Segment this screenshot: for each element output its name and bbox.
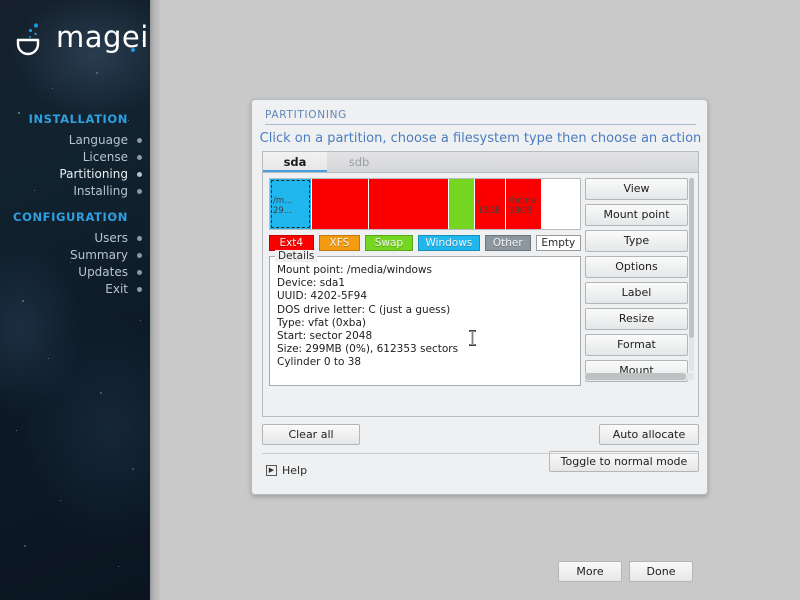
mount-point-button[interactable]: Mount point	[585, 204, 688, 226]
detail-line: Type: vfat (0xba)	[277, 316, 366, 329]
more-button[interactable]: More	[558, 561, 622, 582]
legend-xfs[interactable]: XFS	[318, 235, 361, 251]
sidebar-item-partitioning[interactable]: Partitioning	[0, 166, 150, 183]
type-button[interactable]: Type	[585, 230, 688, 252]
sidebar-item-label: Updates	[78, 265, 128, 279]
actions-vscrollbar-track[interactable]	[689, 178, 694, 371]
sidebar-item-label: Summary	[70, 248, 128, 262]
mageia-cauldron-logo-icon	[16, 23, 40, 56]
sidebar-item-exit[interactable]: Exit	[0, 281, 150, 298]
details-group: Details Mount point: /media/windows Devi…	[269, 250, 581, 386]
nav-bullet-icon	[137, 253, 142, 258]
partition-label: / 13GB	[477, 196, 501, 216]
view-button[interactable]: View	[585, 178, 688, 200]
actions-vscrollbar-thumb[interactable]	[689, 178, 694, 338]
partitioning-dialog: PARTITIONING Click on a partition, choos…	[251, 99, 708, 582]
options-button[interactable]: Options	[585, 256, 688, 278]
filesystem-legend: Ext4 XFS Swap Windows Other Empty	[269, 235, 581, 251]
partition-block[interactable]	[312, 179, 369, 229]
nav-bullet-icon	[137, 270, 142, 275]
partition-label: /m... 29...	[273, 196, 293, 216]
partition-block[interactable]: /home 19GB	[506, 179, 541, 229]
sidebar-item-label: License	[82, 150, 128, 164]
dialog-title: PARTITIONING	[265, 109, 348, 121]
sidebar-item-installing[interactable]: Installing	[0, 183, 150, 200]
partition-block[interactable]	[369, 179, 449, 229]
tab-sdb[interactable]: sdb	[327, 152, 391, 173]
sidebar-bevel	[150, 0, 160, 600]
detail-line: UUID: 4202-5F94	[277, 290, 368, 303]
details-group-label: Details	[275, 250, 318, 262]
detail-line: Size: 299MB (0%), 612353 sectors	[277, 343, 459, 356]
legend-swap[interactable]: Swap	[365, 235, 413, 251]
partition-block[interactable]: / 13GB	[474, 179, 506, 229]
nav-bullet-icon	[137, 155, 142, 160]
partition-block[interactable]: /m... 29...	[270, 179, 312, 229]
sidebar-item-license[interactable]: License	[0, 149, 150, 166]
nav-bullet-icon	[137, 287, 142, 292]
help-link[interactable]: ▶ Help	[266, 464, 307, 477]
nav-section-configuration: CONFIGURATION Users Summary Updates Exit	[0, 210, 150, 298]
details-text: Mount point: /media/windows Device: sda1…	[277, 264, 458, 370]
sidebar-item-updates[interactable]: Updates	[0, 264, 150, 281]
partition-block-empty[interactable]	[541, 179, 580, 229]
nav-bullet-icon	[137, 189, 142, 194]
legend-ext4[interactable]: Ext4	[269, 235, 314, 251]
nav-bullet-icon	[137, 236, 142, 241]
nav-section-installation: INSTALLATION Language License Partitioni…	[0, 112, 150, 200]
legend-windows[interactable]: Windows	[417, 235, 481, 251]
play-triangle-icon: ▶	[266, 465, 277, 476]
legend-empty[interactable]: Empty	[535, 235, 581, 251]
nav-bullet-icon	[137, 138, 142, 143]
sidebar-item-label: Users	[94, 231, 128, 245]
partition-map: /m... 29... / 13GB /home 19GB	[269, 178, 581, 230]
brand-dot	[131, 48, 135, 52]
detail-line: Start: sector 2048	[277, 330, 373, 343]
sidebar-item-summary[interactable]: Summary	[0, 247, 150, 264]
nav-section-installation-title: INSTALLATION	[28, 112, 128, 126]
sidebar-item-users[interactable]: Users	[0, 230, 150, 247]
mageia-logo: mageia	[14, 16, 150, 62]
screen: mageia INSTALLATION Language License Par…	[0, 0, 800, 600]
footer-divider	[262, 453, 699, 454]
sidebar-item-label: Installing	[73, 184, 128, 198]
format-button[interactable]: Format	[585, 334, 688, 356]
dialog-subtitle: Click on a partition, choose a filesyste…	[259, 131, 702, 146]
brand-wordmark: mageia	[56, 20, 150, 54]
detail-line: Cylinder 0 to 38	[277, 356, 362, 369]
detail-line: Mount point: /media/windows	[277, 264, 432, 276]
sidebar-item-label: Language	[68, 133, 128, 147]
help-label: Help	[282, 464, 308, 477]
toggle-normal-mode-button[interactable]: Toggle to normal mode	[549, 451, 699, 472]
sidebar-item-language[interactable]: Language	[0, 132, 150, 149]
detail-line: DOS drive letter: C (just a guess)	[277, 303, 451, 316]
clear-all-button[interactable]: Clear all	[262, 424, 360, 445]
auto-allocate-button[interactable]: Auto allocate	[599, 424, 699, 445]
tab-sda[interactable]: sda	[263, 152, 327, 173]
dialog-title-rule	[265, 124, 696, 125]
nav-section-configuration-title: CONFIGURATION	[13, 210, 128, 224]
sidebar-item-label: Exit	[105, 282, 128, 296]
partition-actions: View Mount point Type Options Label Resi…	[585, 178, 694, 386]
installer-sidebar: mageia INSTALLATION Language License Par…	[0, 0, 150, 600]
resize-button[interactable]: Resize	[585, 308, 688, 330]
detail-line: Device: sda1	[277, 277, 346, 290]
disk-panel: /m... 29... / 13GB /home 19GB Ext4 XFS S…	[262, 172, 699, 417]
done-button[interactable]: Done	[629, 561, 693, 582]
partition-block[interactable]	[449, 179, 474, 229]
actions-hscrollbar-thumb[interactable]	[585, 373, 686, 380]
disk-tabs: sda sdb	[262, 151, 699, 173]
label-button[interactable]: Label	[585, 282, 688, 304]
text-ibeam-cursor	[469, 330, 476, 346]
legend-other[interactable]: Other	[485, 235, 531, 251]
partition-label: /home 19GB	[509, 196, 536, 216]
